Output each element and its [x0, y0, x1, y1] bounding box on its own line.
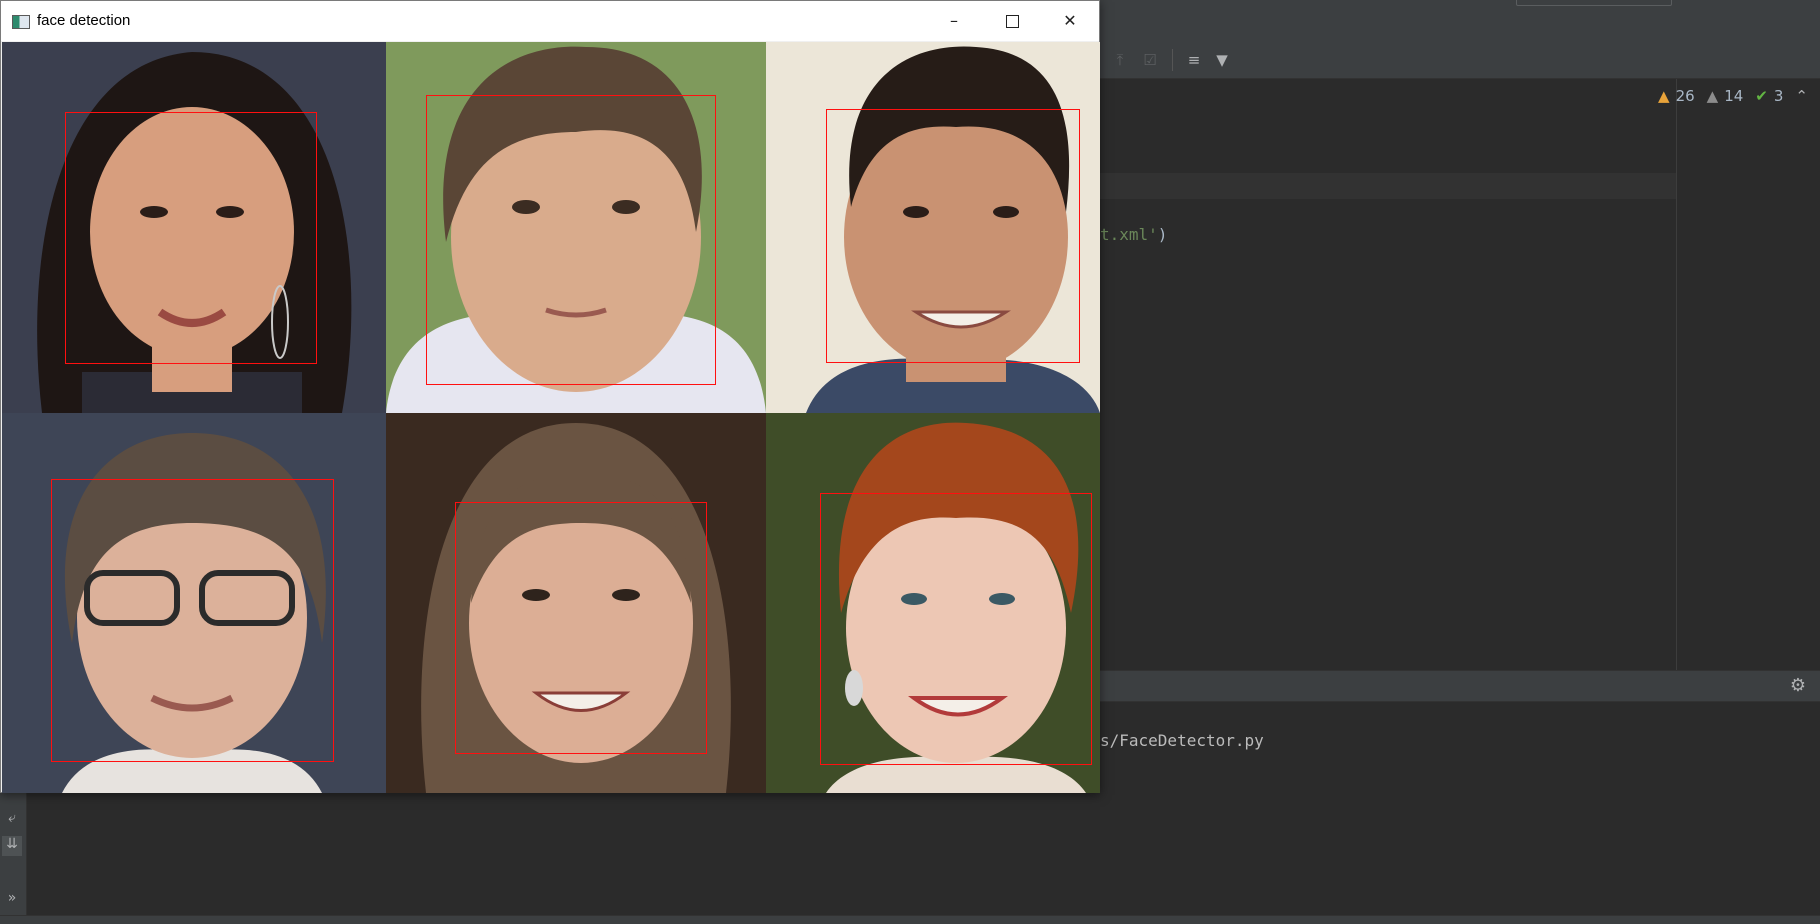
app-icon [12, 15, 30, 29]
maximize-icon [1005, 15, 1019, 28]
face-tile [766, 42, 1100, 413]
filter-icon[interactable]: ▼ [1212, 50, 1232, 70]
face-bounding-box [426, 95, 716, 385]
typo-count: 3 [1773, 87, 1784, 105]
ide-toolbar: ⤒ ☑ ≡ ▼ [1100, 40, 1820, 79]
face-tile [766, 413, 1100, 793]
warning-count: 26 [1675, 87, 1695, 105]
typo-check-icon: ✔ [1755, 87, 1768, 105]
weak-warning-icon: ▲ [1706, 87, 1719, 105]
window-title: face detection [37, 12, 131, 29]
face-bounding-box [51, 479, 334, 762]
maximize-button[interactable] [983, 1, 1041, 41]
inspection-widget[interactable]: ▲ 26 ▲ 14 ✔ 3 ⌃ [1658, 87, 1808, 105]
search-everywhere-field[interactable] [1516, 0, 1672, 6]
toolbar-divider [1172, 49, 1173, 71]
run-panel-gutter: ⤶ ⇊ » [0, 790, 27, 915]
window-title-bar[interactable]: face detection – ✕ [1, 1, 1099, 41]
minimize-icon: – [950, 11, 958, 30]
face-tile [386, 413, 766, 793]
face-bounding-box [455, 502, 707, 754]
code-line: t.xml') [1100, 225, 1167, 244]
checklist-icon[interactable]: ☑ [1140, 50, 1160, 70]
face-bounding-box [65, 112, 317, 364]
gear-icon[interactable]: ⚙ [1790, 675, 1806, 696]
expand-icon[interactable]: ⤒ [1110, 50, 1130, 70]
face-bounding-box [826, 109, 1080, 363]
face-bounding-box [820, 493, 1092, 765]
warning-icon: ▲ [1658, 87, 1670, 105]
chevron-up-icon[interactable]: ⌃ [1795, 87, 1808, 105]
scroll-to-end-icon[interactable]: ⇊ [2, 836, 22, 856]
code-paren: ) [1157, 225, 1168, 244]
face-tile [386, 42, 766, 413]
face-detection-window[interactable]: face detection – ✕ [0, 0, 1100, 793]
face-tile [2, 42, 386, 413]
face-tile [2, 413, 386, 793]
code-string: t.xml' [1100, 225, 1158, 244]
minimize-button[interactable]: – [925, 1, 983, 41]
current-line-highlight [1100, 173, 1676, 199]
close-button[interactable]: ✕ [1041, 1, 1099, 41]
close-icon: ✕ [1063, 11, 1077, 30]
detection-image [2, 42, 1100, 793]
weak-warning-count: 14 [1724, 87, 1744, 105]
more-icon[interactable]: » [2, 890, 22, 910]
run-panel-header: ⚙ [1100, 670, 1820, 702]
right-margin-guide [1676, 79, 1677, 670]
sort-icon[interactable]: ≡ [1184, 50, 1204, 70]
soft-wrap-icon[interactable]: ⤶ [2, 810, 22, 830]
code-editor[interactable]: ▲ 26 ▲ 14 ✔ 3 ⌃ t.xml') [1100, 79, 1820, 670]
run-output-line: s/FaceDetector.py [1100, 731, 1264, 750]
